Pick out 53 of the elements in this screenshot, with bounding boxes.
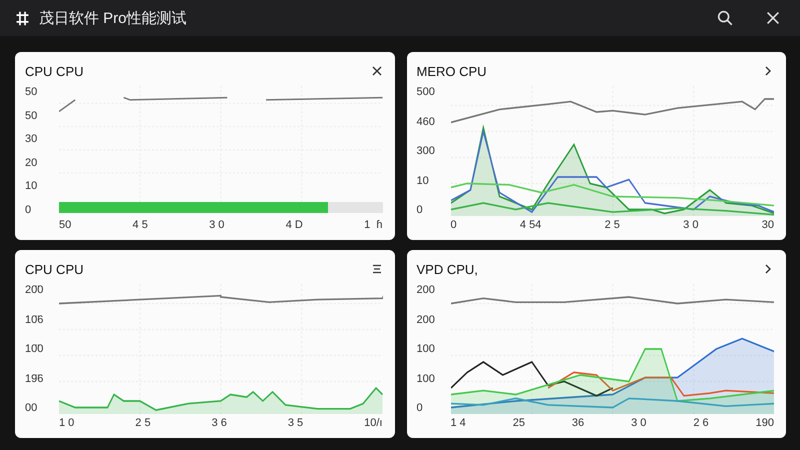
axis-label: 10̈0 bbox=[25, 343, 44, 355]
axis-label: 10/ı bbox=[364, 417, 382, 429]
axis-label: 3 0 bbox=[209, 219, 224, 231]
axis-label: 100 bbox=[416, 372, 436, 384]
axis-label: 3 0 bbox=[683, 219, 698, 231]
axis-label: 20 bbox=[25, 156, 38, 169]
axis-label: 190 bbox=[756, 417, 774, 429]
axis-label: 50 bbox=[59, 219, 72, 231]
axis-label: 19̈6 bbox=[25, 372, 44, 384]
axis-label: 30 bbox=[25, 133, 38, 146]
axis-label: 0 bbox=[450, 219, 457, 231]
axis-label: 200 bbox=[416, 314, 436, 326]
axis-label: 30 bbox=[762, 219, 774, 231]
axis-label: 3 6 bbox=[212, 417, 227, 429]
axis-label: 10 bbox=[25, 180, 38, 192]
axis-label: 3 5 bbox=[288, 417, 304, 429]
chart-line bbox=[59, 99, 76, 112]
axis-label: 10̈6 bbox=[25, 314, 44, 326]
app-logo-icon bbox=[14, 10, 31, 26]
axis-label: 20̈0 bbox=[25, 284, 44, 296]
axis-label: 100 bbox=[416, 343, 436, 355]
axis-label: 25 bbox=[512, 417, 525, 429]
menu-icon[interactable] bbox=[370, 263, 382, 275]
axis-label: 0 bbox=[25, 204, 32, 216]
axis-label: 0 bbox=[416, 402, 424, 414]
axis-label: 1 4 bbox=[450, 417, 466, 429]
axis-label: 2 5 bbox=[604, 219, 620, 231]
axis-label: 10 bbox=[416, 174, 430, 186]
card-title: MERO CPU bbox=[416, 64, 487, 78]
axis-label: 200 bbox=[416, 284, 436, 296]
card-title: VPD CPU, bbox=[416, 262, 478, 276]
axis-label: 00 bbox=[25, 402, 38, 414]
card-title: CPU CPU bbox=[25, 64, 84, 78]
axis-label: 3 0 bbox=[631, 417, 646, 429]
axis-label: 4 5 bbox=[132, 219, 148, 231]
close-icon[interactable] bbox=[370, 65, 382, 77]
axis-label: 1 0 bbox=[59, 417, 74, 429]
close-icon bbox=[764, 9, 782, 27]
axis-label: 0 bbox=[416, 204, 424, 216]
axis-label: 1 ɦ bbox=[364, 219, 382, 231]
axis-label: 500 bbox=[416, 86, 436, 98]
axis-label: 50 bbox=[25, 86, 38, 98]
axis-label: 2 5 bbox=[135, 417, 151, 429]
axis-label: 50 bbox=[25, 110, 38, 122]
axis-label: 36 bbox=[572, 417, 584, 429]
axis-label: 2 6 bbox=[693, 417, 709, 429]
axis-label: 4 D bbox=[286, 219, 303, 231]
search-icon bbox=[716, 9, 734, 27]
axis-label: 300 bbox=[416, 145, 436, 157]
window-title: 茂日软件 Pro性能测试 bbox=[39, 8, 187, 28]
axis-label: 460 bbox=[416, 116, 436, 128]
card-title: CPU CPU bbox=[25, 262, 84, 276]
axis-label: 4 54 bbox=[520, 219, 542, 231]
